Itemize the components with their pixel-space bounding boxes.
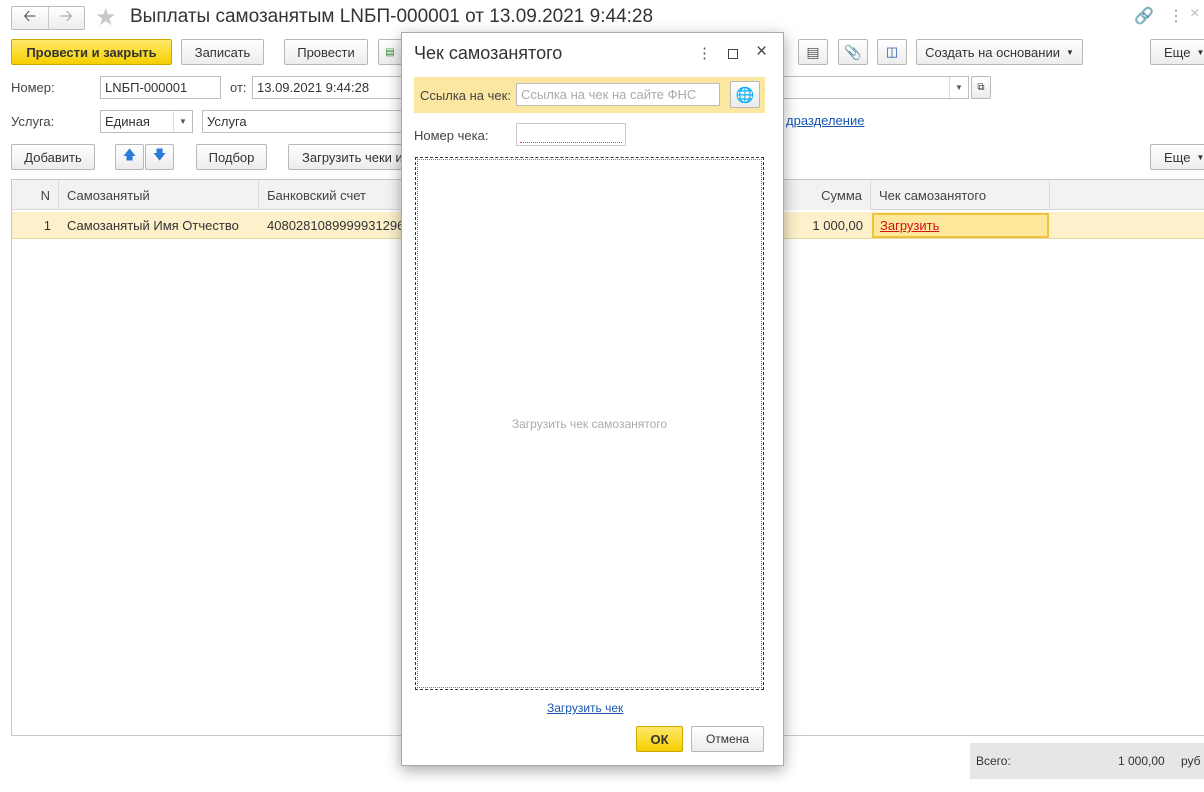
close-icon[interactable]: × xyxy=(1190,5,1199,23)
paperclip-icon: 📎 xyxy=(844,43,862,60)
star-icon[interactable]: ★ xyxy=(95,3,117,32)
number-field[interactable]: LNБП-000001 xyxy=(100,76,221,99)
close-icon[interactable]: × xyxy=(756,41,767,63)
row-person: Самозанятый Имя Отчество xyxy=(67,218,239,233)
row-number: 1 xyxy=(43,218,51,233)
load-checks-button[interactable]: Загрузить чеки и xyxy=(288,144,402,170)
selection-button[interactable]: Подбор xyxy=(196,144,267,170)
document-icon-button[interactable]: ▤ xyxy=(378,39,402,65)
chevron-down-icon: ▼ xyxy=(1196,47,1204,57)
move-up-button[interactable]: 🡅 xyxy=(115,144,144,170)
link-label: Ссылка на чек: xyxy=(420,88,511,103)
date-label: от: xyxy=(230,80,247,95)
open-link-button[interactable]: 🌐 xyxy=(730,81,760,108)
row-check-cell[interactable]: Загрузить xyxy=(872,213,1049,238)
more-button[interactable]: Еще ▼ xyxy=(1150,39,1204,65)
post-button[interactable]: Провести xyxy=(284,39,368,65)
link-row: Ссылка на чек: Ссылка на чек на сайте ФН… xyxy=(414,77,765,113)
globe-icon: 🌐 xyxy=(735,86,755,104)
check-number-label: Номер чека: xyxy=(414,128,489,143)
total-label: Всего: xyxy=(976,754,1011,768)
currency-label: руб xyxy=(1181,754,1201,768)
drop-area-text: Загрузить чек самозанятого xyxy=(511,416,668,431)
chevron-down-icon: ▼ xyxy=(1065,47,1074,57)
arrow-down-icon: 🡇 xyxy=(152,147,167,162)
dialog-title: Чек самозанятого xyxy=(414,43,563,63)
nav-buttons: 🡠 🡢 xyxy=(11,6,85,30)
number-label: Номер: xyxy=(11,80,55,95)
table-more-button[interactable]: Еще ▼ xyxy=(1150,144,1204,170)
total-panel: Всего: 1 000,00 руб xyxy=(970,743,1204,779)
move-down-button[interactable]: 🡇 xyxy=(145,144,174,170)
total-value: 1 000,00 xyxy=(1118,754,1165,768)
maximize-icon[interactable] xyxy=(728,49,738,59)
list-icon: ▤ xyxy=(806,43,820,60)
load-check-link[interactable]: Загрузить xyxy=(880,218,939,233)
cancel-button[interactable]: Отмена xyxy=(691,726,764,752)
required-underline xyxy=(520,142,622,143)
window-title: Выплаты самозанятым LNБП-000001 от 13.09… xyxy=(130,6,654,27)
post-and-close-button[interactable]: Провести и закрыть xyxy=(11,39,172,65)
check-drop-area[interactable]: Загрузить чек самозанятого xyxy=(415,157,764,690)
row-account: 40802810899999312960 xyxy=(267,218,405,233)
structure-button[interactable]: ◫ xyxy=(877,39,907,65)
chevron-down-icon[interactable]: ▼ xyxy=(173,111,192,132)
document-icon: ▤ xyxy=(385,46,395,58)
list-icon-button[interactable]: ▤ xyxy=(798,39,828,65)
chevron-down-icon[interactable]: ▼ xyxy=(949,77,968,98)
arrow-up-icon: 🡅 xyxy=(122,147,137,162)
column-header-n[interactable]: N xyxy=(12,180,59,210)
arrow-left-icon[interactable]: 🡠 xyxy=(12,7,49,29)
fns-link-input[interactable]: Ссылка на чек на сайте ФНС xyxy=(516,83,720,106)
save-button[interactable]: Записать xyxy=(181,39,264,65)
chevron-down-icon: ▼ xyxy=(1196,152,1204,162)
load-check-link[interactable]: Загрузить чек xyxy=(547,701,623,715)
self-employed-check-dialog: Чек самозанятого ⋮ × Ссылка на чек: Ссыл… xyxy=(401,32,784,766)
create-based-on-button[interactable]: Создать на основании ▼ xyxy=(916,39,1083,65)
subdivision-link[interactable]: дразделение xyxy=(786,113,864,128)
service-label: Услуга: xyxy=(11,114,55,129)
ok-button[interactable]: ОК xyxy=(636,726,683,752)
service-field[interactable]: Услуга xyxy=(202,110,412,133)
check-number-input[interactable] xyxy=(516,123,626,146)
open-icon: ⧉ xyxy=(977,82,985,93)
add-button[interactable]: Добавить xyxy=(11,144,95,170)
column-header-person[interactable]: Самозанятый xyxy=(59,180,259,210)
attachment-button[interactable]: 📎 xyxy=(838,39,868,65)
column-header-check[interactable]: Чек самозанятого xyxy=(871,180,1050,210)
column-header-amount[interactable]: Сумма xyxy=(782,180,871,210)
service-type-select[interactable]: Единая ▼ xyxy=(100,110,193,133)
kebab-menu-icon[interactable]: ⋮ xyxy=(697,44,712,62)
date-field[interactable]: 13.09.2021 9:44:28 xyxy=(252,76,412,99)
arrow-right-icon[interactable]: 🡢 xyxy=(49,7,85,29)
organization-field[interactable]: ▼ xyxy=(784,76,969,99)
row-amount: 1 000,00 xyxy=(812,218,863,233)
hierarchy-icon: ◫ xyxy=(885,44,899,59)
kebab-menu-icon[interactable]: ⋮ xyxy=(1168,6,1184,26)
open-organization-button[interactable]: ⧉ xyxy=(971,76,991,99)
link-icon[interactable]: 🔗 xyxy=(1134,6,1154,26)
